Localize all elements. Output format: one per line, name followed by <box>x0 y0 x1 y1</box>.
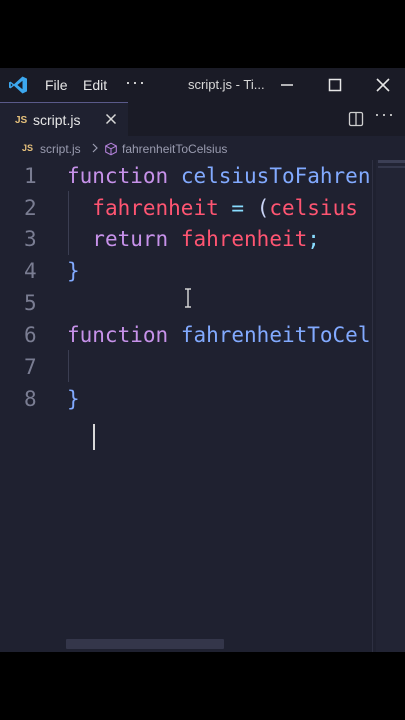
tab-label: script.js <box>33 112 81 128</box>
code-area[interactable]: function celsiusToFahrenheit fahrenheit … <box>0 160 372 640</box>
close-tab-icon[interactable] <box>103 111 119 127</box>
chevron-right-icon <box>92 143 98 153</box>
tab-bar: JS script.js ··· <box>0 102 405 137</box>
minimap-marker <box>378 166 405 168</box>
function-name: fahrenheitToCelsius <box>180 323 372 347</box>
breadcrumb-file[interactable]: script.js <box>40 142 81 156</box>
variable: celsius <box>269 196 358 220</box>
horizontal-scrollbar[interactable] <box>66 639 224 649</box>
maximize-icon[interactable] <box>324 74 346 96</box>
method-cube-icon <box>105 142 117 156</box>
code-editor[interactable]: 1 2 3 4 5 6 7 8 function celsiusToFahren… <box>0 160 405 652</box>
function-name: celsiusToFahrenheit <box>180 164 372 188</box>
code-line-6: function fahrenheitToCelsius <box>67 323 372 347</box>
variable: fahrenheit <box>180 227 308 251</box>
variable: fahrenheit <box>92 196 219 220</box>
keyword: function <box>67 164 169 188</box>
menu-file[interactable]: File <box>45 77 68 93</box>
vscode-logo-icon[interactable] <box>8 75 28 95</box>
vscode-window: File Edit ··· script.js - Ti... JS scrip… <box>0 68 405 652</box>
brace: } <box>67 387 80 411</box>
window-title: script.js - Ti... <box>188 77 265 92</box>
minimap-border <box>372 160 373 652</box>
brace: } <box>67 259 80 283</box>
breadcrumb-symbol[interactable]: fahrenheitToCelsius <box>122 142 227 156</box>
code-line-3: return fahrenheit; <box>67 227 320 251</box>
split-editor-icon[interactable] <box>348 111 364 127</box>
code-line-8: } <box>67 387 80 411</box>
more-actions-button[interactable]: ··· <box>374 104 395 125</box>
mouse-ibeam-icon <box>185 288 191 308</box>
keyword: return <box>92 227 169 251</box>
menu-edit[interactable]: Edit <box>83 77 107 93</box>
text-cursor <box>93 424 95 450</box>
vertical-scrollbar[interactable] <box>376 160 405 652</box>
code-line-2: fahrenheit = (celsius <box>67 196 358 220</box>
tab-script-js[interactable]: JS script.js <box>0 102 128 137</box>
title-bar: File Edit ··· script.js - Ti... <box>0 68 405 102</box>
paren: ( <box>256 196 270 220</box>
minimize-icon[interactable] <box>276 74 298 96</box>
js-file-icon: JS <box>22 143 34 153</box>
semicolon: ; <box>307 227 320 251</box>
menu-more-button[interactable]: ··· <box>125 72 146 93</box>
code-line-4: } <box>67 259 80 283</box>
operator: = <box>231 196 245 220</box>
minimap-marker <box>378 160 405 163</box>
js-file-icon: JS <box>15 115 28 126</box>
breadcrumb: JS script.js fahrenheitToCelsius <box>0 138 405 160</box>
close-window-icon[interactable] <box>372 74 394 96</box>
indent-guide <box>68 350 69 382</box>
code-line-1: function celsiusToFahrenheit <box>67 164 372 188</box>
keyword: function <box>67 323 169 347</box>
